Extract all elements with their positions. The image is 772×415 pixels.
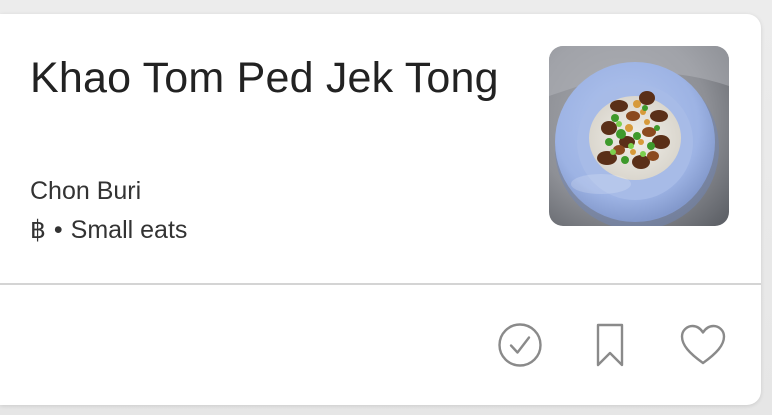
card-header[interactable]: Khao Tom Ped Jek Tong Chon Buri ฿ • Smal… xyxy=(0,14,761,283)
meta-separator: • xyxy=(53,216,63,244)
restaurant-card[interactable]: Khao Tom Ped Jek Tong Chon Buri ฿ • Smal… xyxy=(0,14,761,405)
heart-icon xyxy=(680,324,726,365)
restaurant-location: Chon Buri xyxy=(30,177,142,205)
bookmark-button[interactable] xyxy=(586,321,634,369)
restaurant-photo[interactable] xyxy=(549,46,729,226)
favorite-button[interactable] xyxy=(679,321,727,369)
mark-visited-button[interactable] xyxy=(496,321,544,369)
food-bowl-image xyxy=(549,46,729,226)
card-actions xyxy=(0,285,761,405)
bookmark-icon xyxy=(596,323,624,367)
page: Khao Tom Ped Jek Tong Chon Buri ฿ • Smal… xyxy=(0,0,772,415)
restaurant-name: Khao Tom Ped Jek Tong xyxy=(30,54,499,102)
price-level: ฿ xyxy=(30,216,46,244)
restaurant-meta: ฿ • Small eats xyxy=(30,213,187,247)
restaurant-category: Small eats xyxy=(70,216,188,244)
checkmark-circle-icon xyxy=(498,323,542,367)
